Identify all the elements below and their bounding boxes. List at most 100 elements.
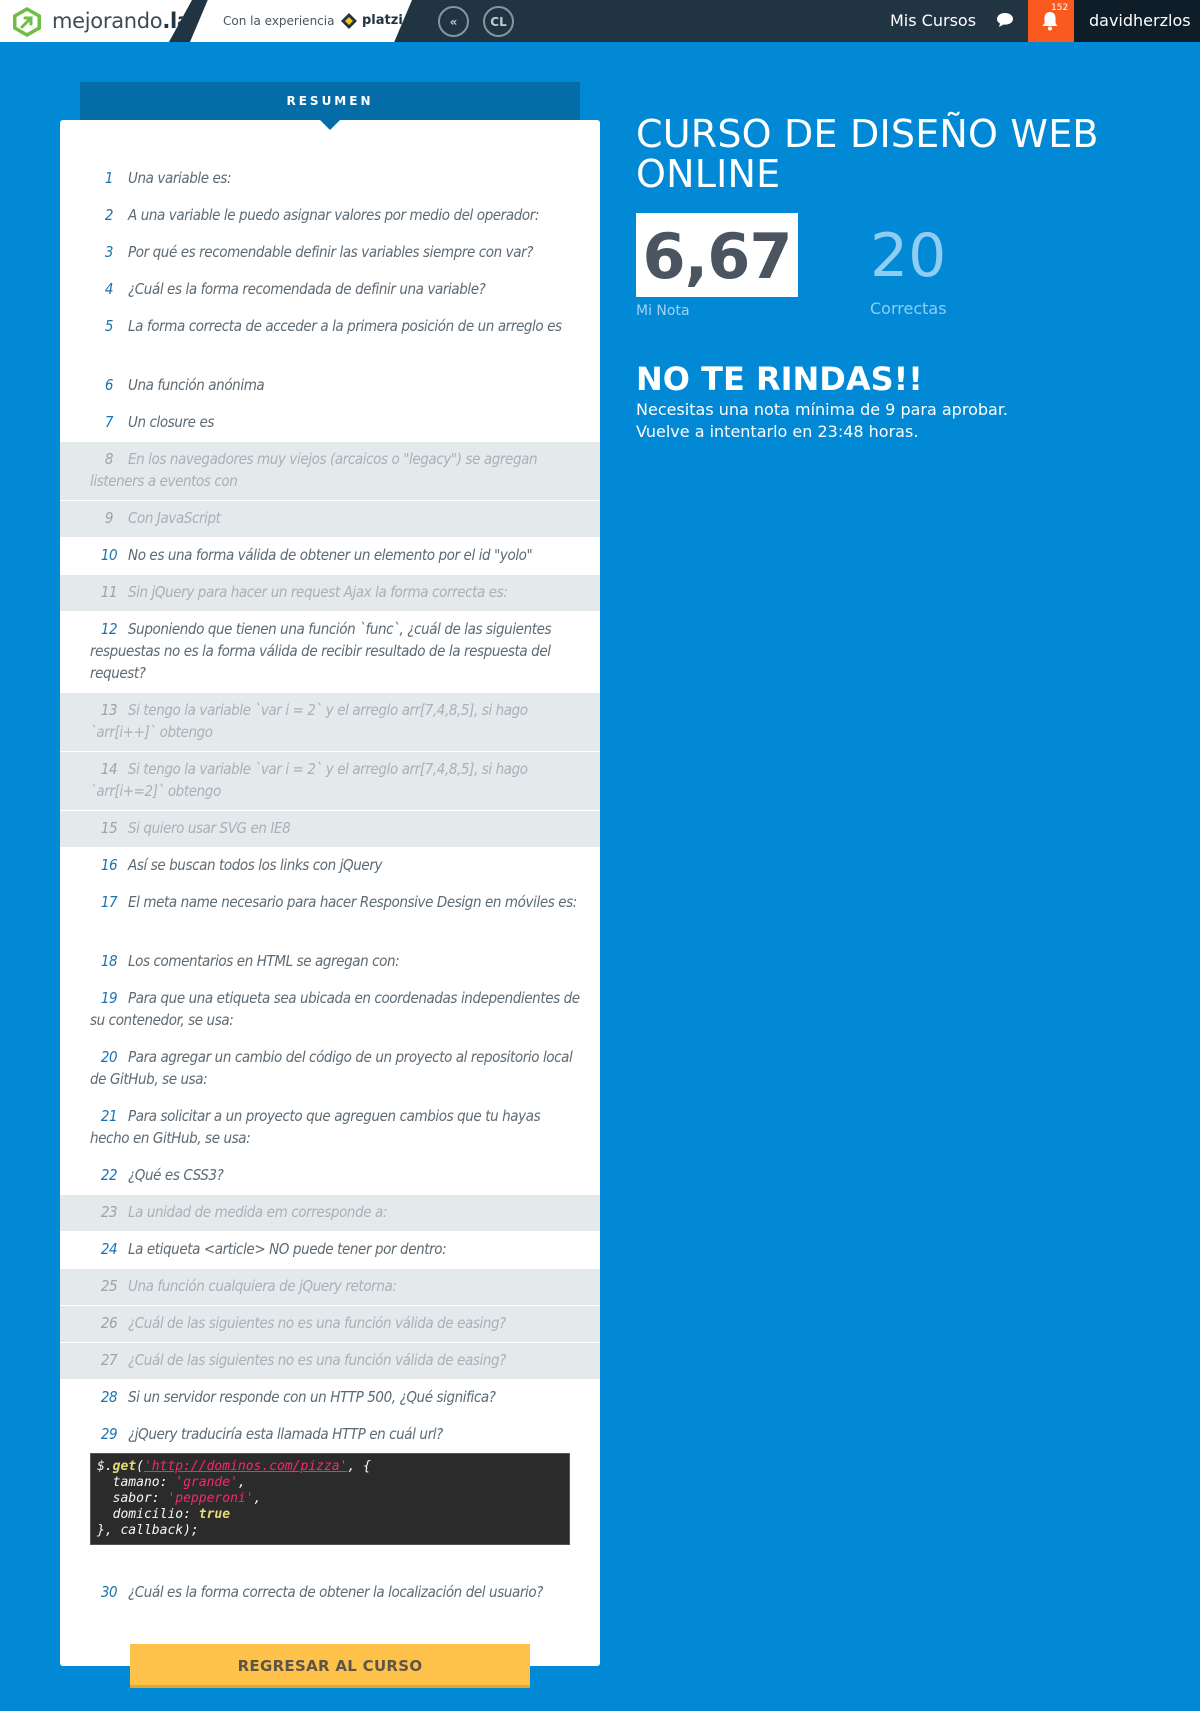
question-number: 6 (104, 376, 114, 394)
notifications-button[interactable]: 152 (1028, 0, 1074, 42)
question-text: 4 ¿Cuál es la forma recomendada de defini… (90, 278, 580, 300)
question-number: 17 (100, 893, 118, 911)
platzi-name: platzi (362, 13, 403, 28)
question-label: Una función cualquiera de jQuery retorna… (128, 1277, 397, 1295)
question-text: 18 Los comentarios en HTML se agregan con… (90, 950, 580, 972)
question-label: El meta name necesario para hacer Respon… (128, 893, 577, 911)
question-row[interactable]: 27 ¿Cuál de las siguientes no es una func… (60, 1342, 600, 1379)
rewind-circle-button[interactable]: « (438, 6, 469, 37)
question-text: 26 ¿Cuál de las siguientes no es una func… (90, 1312, 580, 1334)
question-number: 7 (104, 413, 114, 431)
question-row[interactable]: 2 A una variable le puedo asignar valores… (60, 197, 600, 234)
fail-message: Necesitas una nota mínima de 9 para apro… (636, 399, 1008, 443)
question-row[interactable]: 6 Una función anónima (60, 367, 600, 404)
question-label: Si tengo la variable `var i = 2` y el ar… (90, 760, 528, 800)
question-label: A una variable le puedo asignar valores … (128, 206, 540, 224)
brand-logo-link[interactable]: mejorando.la (0, 0, 192, 42)
summary-tab: RESUMEN (80, 82, 580, 120)
question-row[interactable]: 26 ¿Cuál de las siguientes no es una func… (60, 1305, 600, 1342)
fail-message-line2: Vuelve a intentarlo en 23:48 horas. (636, 422, 919, 441)
question-row[interactable]: 7 Un closure es (60, 404, 600, 441)
question-number: 25 (100, 1277, 118, 1295)
question-row[interactable]: 28 Si un servidor responde con un HTTP 50… (60, 1379, 600, 1416)
question-number: 27 (100, 1351, 118, 1369)
question-row[interactable]: 13 Si tengo la variable `var i = 2` y el … (60, 692, 600, 751)
question-text: 30 ¿Cuál es la forma correcta de obtener … (90, 1581, 580, 1603)
question-row[interactable]: 9 Con JavaScript (60, 500, 600, 537)
question-label: ¿Cuál de las siguientes no es una funció… (128, 1314, 506, 1332)
back-to-course-button[interactable]: REGRESAR AL CURSO (130, 1644, 530, 1688)
question-number: 22 (100, 1166, 118, 1184)
my-courses-link[interactable]: Mis Cursos (890, 11, 976, 30)
question-number: 11 (100, 583, 118, 601)
question-row[interactable]: 16 Así se buscan todos los links con jQue… (60, 847, 600, 884)
top-navigation-bar: mejorando.la Con la experiencia platzi «… (0, 0, 1200, 42)
username: davidherzlos (1089, 11, 1191, 30)
question-label: Si un servidor responde con un HTTP 500,… (128, 1388, 496, 1406)
question-row[interactable]: 12 Suponiendo que tienen una función `fun… (60, 611, 600, 692)
question-label: No es una forma válida de obtener un ele… (128, 546, 533, 564)
question-text: 16 Así se buscan todos los links con jQue… (90, 854, 580, 876)
question-row[interactable]: 10 No es una forma válida de obtener un e… (60, 537, 600, 574)
question-row[interactable]: 22 ¿Qué es CSS3? (60, 1157, 600, 1194)
question-row[interactable]: 11 Sin jQuery para hacer un request Ajax … (60, 574, 600, 611)
summary-card: 1 Una variable es: 2 A una variable le pued… (60, 120, 600, 1666)
question-text: 9 Con JavaScript (90, 507, 580, 529)
question-text: 28 Si un servidor responde con un HTTP 50… (90, 1386, 580, 1408)
question-number: 16 (100, 856, 118, 874)
cl-circle-button[interactable]: CL (483, 6, 514, 37)
question-row[interactable]: 19 Para que una etiqueta sea ubicada en c… (60, 980, 600, 1039)
chat-bubble-icon[interactable] (996, 12, 1014, 28)
question-row[interactable]: 17 El meta name necesario para hacer Resp… (60, 884, 600, 943)
question-row[interactable]: 23 La unidad de medida em corresponde a: (60, 1194, 600, 1231)
platzi-logo-icon (341, 13, 357, 29)
question-number: 13 (100, 701, 118, 719)
question-row[interactable]: 3 Por qué es recomendable definir las var… (60, 234, 600, 271)
question-list: 1 Una variable es: 2 A una variable le pued… (60, 160, 600, 1630)
question-label: Si quiero usar SVG en IE8 (128, 819, 291, 837)
question-row[interactable]: 8 En los navegadores muy viejos (arcaicos… (60, 441, 600, 500)
question-label: ¿Qué es CSS3? (128, 1166, 224, 1184)
correct-label: Correctas (870, 299, 947, 318)
question-text: 20 Para agregar un cambio del código de u… (90, 1046, 580, 1090)
code-snippet: $.get('http://dominos.com/pizza', { tama… (90, 1453, 570, 1545)
question-text: 15 Si quiero usar SVG en IE8 (90, 817, 580, 839)
question-row[interactable]: 1 Una variable es: (60, 160, 600, 197)
question-row[interactable]: 21 Para solicitar a un proyecto que agreg… (60, 1098, 600, 1157)
question-number: 21 (100, 1107, 118, 1125)
question-row[interactable]: 18 Los comentarios en HTML se agregan con… (60, 943, 600, 980)
question-text: 5 La forma correcta de acceder a la prime… (90, 315, 580, 337)
question-text: 10 No es una forma válida de obtener un e… (90, 544, 580, 566)
question-label: Una función anónima (128, 376, 265, 394)
question-text: 11 Sin jQuery para hacer un request Ajax … (90, 581, 580, 603)
user-menu[interactable]: davidherzlos (1074, 0, 1200, 42)
question-row[interactable]: 25 Una función cualquiera de jQuery retor… (60, 1268, 600, 1305)
question-label: ¿Cuál es la forma recomendada de definir… (128, 280, 486, 298)
question-label: Un closure es (128, 413, 215, 431)
question-text: 1 Una variable es: (90, 167, 580, 189)
question-text: 6 Una función anónima (90, 374, 580, 396)
experience-badge[interactable]: Con la experiencia platzi (190, 0, 412, 42)
question-row[interactable]: 14 Si tengo la variable `var i = 2` y el … (60, 751, 600, 810)
question-row[interactable]: 30 ¿Cuál es la forma correcta de obtener … (60, 1566, 600, 1630)
question-row[interactable]: 4 ¿Cuál es la forma recomendada de defini… (60, 271, 600, 308)
question-label: Con JavaScript (128, 509, 221, 527)
question-row[interactable]: 24 La etiqueta <article> NO puede tener p… (60, 1231, 600, 1268)
back-to-course-label: REGRESAR AL CURSO (237, 1657, 423, 1675)
question-number: 29 (100, 1425, 118, 1443)
question-number: 12 (100, 620, 118, 638)
bell-icon (1042, 12, 1058, 31)
question-number: 4 (104, 280, 114, 298)
question-number: 10 (100, 546, 118, 564)
question-number: 19 (100, 989, 118, 1007)
question-row[interactable]: 20 Para agregar un cambio del código de u… (60, 1039, 600, 1098)
summary-tab-label: RESUMEN (286, 94, 374, 108)
question-row[interactable]: 5 La forma correcta de acceder a la prime… (60, 308, 600, 367)
question-label: Así se buscan todos los links con jQuery (128, 856, 383, 874)
question-text: 17 El meta name necesario para hacer Resp… (90, 891, 580, 913)
question-row[interactable]: 15 Si quiero usar SVG en IE8 (60, 810, 600, 847)
question-text: 2 A una variable le puedo asignar valores… (90, 204, 580, 226)
question-number: 24 (100, 1240, 118, 1258)
course-title: CURSO DE DISEÑO WEB ONLINE (636, 112, 1099, 196)
question-number: 20 (100, 1048, 118, 1066)
